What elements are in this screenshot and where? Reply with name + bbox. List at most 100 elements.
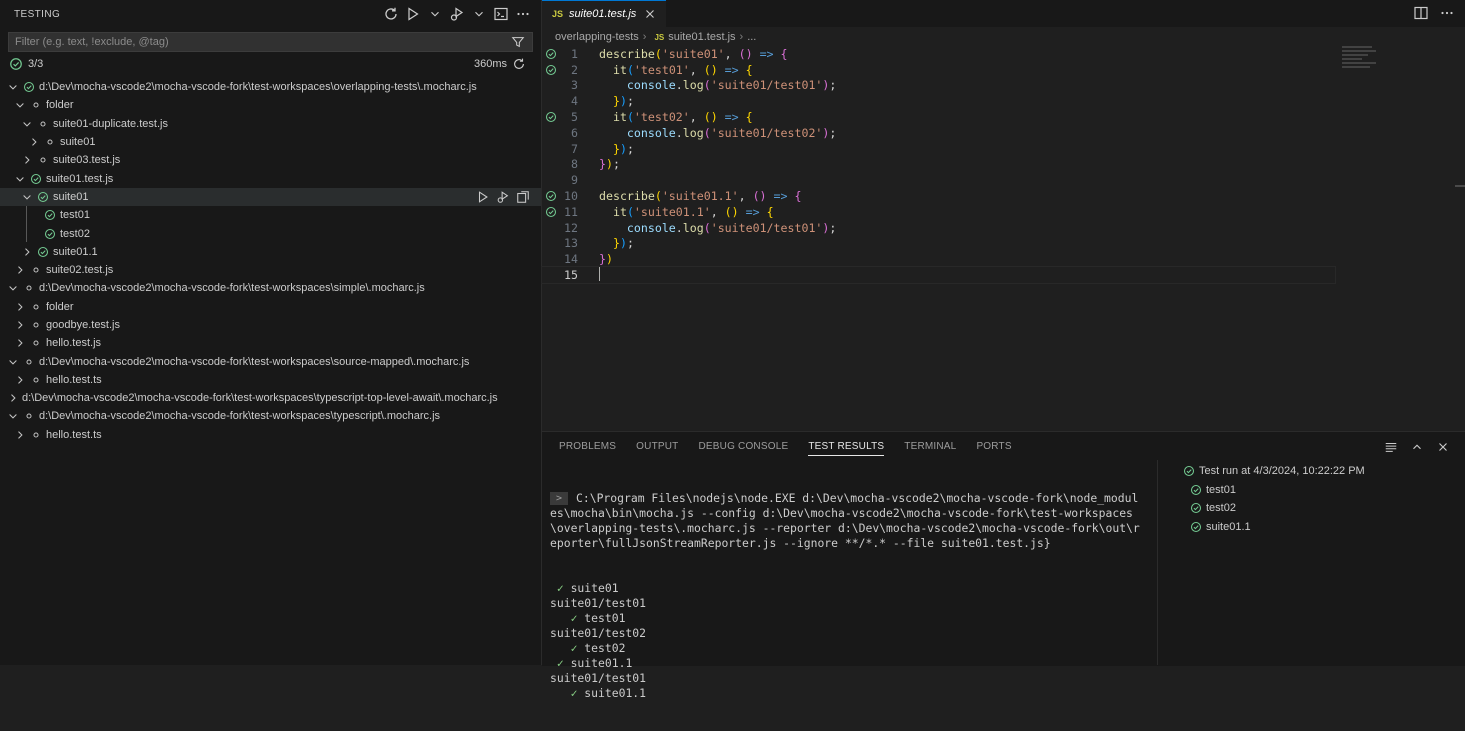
- tree-item[interactable]: test02: [0, 224, 541, 242]
- chevron-right-icon[interactable]: [13, 336, 27, 350]
- code-text: it('test02', () => {: [599, 110, 753, 124]
- breadcrumb-symbol[interactable]: ...: [747, 31, 756, 43]
- debug-dropdown-chevron-icon[interactable]: [471, 6, 487, 22]
- code-token: .: [675, 78, 683, 93]
- code-editor[interactable]: 1 describe('suite01', () => {2 it('test01…: [541, 46, 1465, 284]
- tree-item[interactable]: d:\Dev\mocha-vscode2\mocha-vscode-fork\t…: [0, 78, 541, 96]
- not-run-icon: [22, 409, 36, 423]
- chevron-down-icon[interactable]: [6, 80, 20, 94]
- tab-test-results[interactable]: TEST RESULTS: [808, 432, 885, 460]
- close-tab-icon[interactable]: [642, 6, 658, 22]
- code-line: 7 });: [542, 141, 1465, 157]
- code-token: =>: [717, 110, 746, 125]
- sidebar-header: TESTING: [0, 0, 541, 28]
- passed-icon: [29, 172, 43, 186]
- chevron-down-icon[interactable]: [20, 190, 34, 204]
- test-passed-gutter-icon[interactable]: [542, 48, 560, 60]
- code-text: it('suite01.1', () => {: [599, 205, 774, 219]
- chevron-down-icon[interactable]: [20, 117, 34, 131]
- test-run-item[interactable]: Test run at 4/3/2024, 10:22:22 PM: [1183, 462, 1365, 481]
- code-token: it: [612, 62, 627, 77]
- test-passed-gutter-icon[interactable]: [542, 206, 560, 218]
- code-token: }: [599, 252, 606, 267]
- output-line: ✓ test02: [550, 641, 1142, 656]
- go-to-test-icon[interactable]: [515, 189, 531, 205]
- tree-item[interactable]: hello.test.ts: [0, 371, 541, 389]
- result-item[interactable]: suite01.1: [1183, 518, 1365, 537]
- output-lines: ✓ suite01 suite01/test01 ✓ test01 suite01/…: [550, 581, 1142, 701]
- run-all-tests-icon[interactable]: [405, 6, 421, 22]
- test-passed-gutter-icon[interactable]: [542, 111, 560, 123]
- tab-ports[interactable]: PORTS: [976, 432, 1011, 460]
- code-line: 14}): [542, 251, 1465, 267]
- tree-item[interactable]: suite01: [0, 187, 541, 207]
- filter-input[interactable]: [15, 36, 510, 48]
- tab-output[interactable]: OUTPUT: [636, 432, 678, 460]
- debug-test-icon[interactable]: [495, 189, 511, 205]
- breadcrumb-file[interactable]: suite01.test.js: [668, 31, 735, 43]
- tree-item[interactable]: goodbye.test.js: [0, 316, 541, 334]
- test-output[interactable]: > C:\Program Files\nodejs\node.EXE d:\Dev…: [550, 461, 1142, 731]
- tree-item[interactable]: suite03.test.js: [0, 151, 541, 169]
- tree-item[interactable]: test01: [0, 206, 541, 224]
- tree-item[interactable]: folder: [0, 96, 541, 114]
- tab-debug-console[interactable]: DEBUG CONSOLE: [698, 432, 788, 460]
- code-token: ,: [689, 62, 704, 77]
- chevron-right-icon[interactable]: [13, 263, 27, 277]
- run-dropdown-chevron-icon[interactable]: [427, 6, 443, 22]
- vertical-scrollbar[interactable]: [1455, 185, 1465, 187]
- refresh-tests-icon[interactable]: [383, 6, 399, 22]
- tree-item[interactable]: suite01.test.js: [0, 169, 541, 187]
- result-item[interactable]: test02: [1183, 499, 1365, 518]
- panel-divider[interactable]: [1157, 460, 1158, 665]
- tree-item[interactable]: suite01-duplicate.test.js: [0, 115, 541, 133]
- tree-item[interactable]: suite01.1: [0, 243, 541, 261]
- chevron-down-icon[interactable]: [13, 172, 27, 186]
- rerun-icon[interactable]: [511, 56, 527, 72]
- chevron-right-icon[interactable]: [20, 245, 34, 259]
- breadcrumb-folder[interactable]: overlapping-tests: [555, 31, 639, 43]
- minimap[interactable]: [1342, 46, 1382, 76]
- chevron-down-icon[interactable]: [6, 409, 20, 423]
- chevron-right-icon[interactable]: [13, 300, 27, 314]
- chevron-right-icon[interactable]: [13, 318, 27, 332]
- tab-terminal[interactable]: TERMINAL: [904, 432, 956, 460]
- result-item[interactable]: test01: [1183, 481, 1365, 500]
- show-output-icon[interactable]: [493, 6, 509, 22]
- chevron-right-icon[interactable]: [6, 391, 20, 405]
- tab-suite01-test-js[interactable]: JS suite01.test.js: [542, 0, 667, 27]
- chevron-right-icon[interactable]: [27, 135, 41, 149]
- tree-item[interactable]: d:\Dev\mocha-vscode2\mocha-vscode-fork\t…: [0, 389, 541, 407]
- chevron-down-icon[interactable]: [6, 355, 20, 369]
- chevron-right-icon[interactable]: [13, 428, 27, 442]
- tree-item[interactable]: folder: [0, 298, 541, 316]
- tree-item[interactable]: hello.test.js: [0, 334, 541, 352]
- close-panel-icon[interactable]: [1435, 439, 1451, 455]
- tree-item[interactable]: d:\Dev\mocha-vscode2\mocha-vscode-fork\t…: [0, 352, 541, 370]
- list-view-icon[interactable]: [1383, 439, 1399, 455]
- tree-item-label: test02: [60, 227, 90, 240]
- filter-icon[interactable]: [510, 34, 526, 50]
- maximize-panel-icon[interactable]: [1409, 439, 1425, 455]
- tree-item[interactable]: d:\Dev\mocha-vscode2\mocha-vscode-fork\t…: [0, 407, 541, 425]
- tree-item[interactable]: suite02.test.js: [0, 261, 541, 279]
- editor-more-icon[interactable]: [1439, 5, 1455, 21]
- code-token: ;: [626, 236, 634, 251]
- chevron-down-icon[interactable]: [13, 98, 27, 112]
- tree-item-label: suite01.1: [53, 245, 98, 258]
- test-passed-gutter-icon[interactable]: [542, 64, 560, 76]
- tab-problems[interactable]: PROBLEMS: [559, 432, 616, 460]
- more-actions-icon[interactable]: [515, 6, 531, 22]
- tree-item[interactable]: hello.test.ts: [0, 426, 541, 444]
- test-passed-gutter-icon[interactable]: [542, 190, 560, 202]
- tree-item[interactable]: suite01: [0, 133, 541, 151]
- run-test-icon[interactable]: [475, 189, 491, 205]
- debug-all-tests-icon[interactable]: [449, 6, 465, 22]
- tree-item[interactable]: d:\Dev\mocha-vscode2\mocha-vscode-fork\t…: [0, 279, 541, 297]
- chevron-down-icon[interactable]: [6, 281, 20, 295]
- split-editor-icon[interactable]: [1413, 5, 1429, 21]
- chevron-right-icon[interactable]: [13, 373, 27, 387]
- chevron-right-icon[interactable]: [20, 153, 34, 167]
